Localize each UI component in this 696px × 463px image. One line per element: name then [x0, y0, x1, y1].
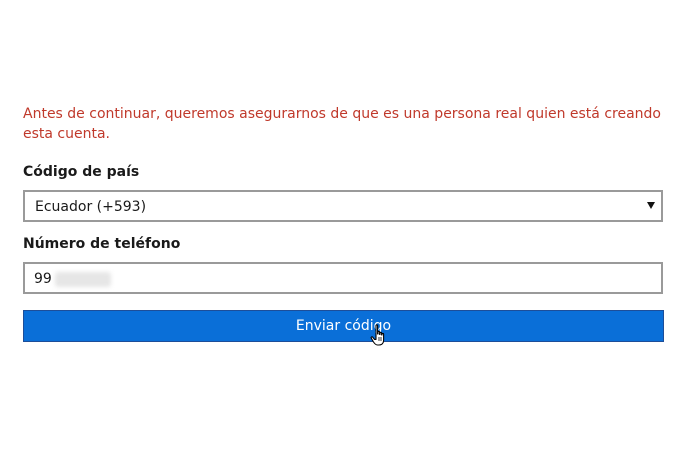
hand-pointer-icon: [370, 324, 385, 346]
phone-number-input[interactable]: 99: [23, 262, 663, 294]
phone-number-value: 99: [34, 271, 52, 287]
phone-number-label: Número de teléfono: [23, 236, 181, 252]
country-code-value: Ecuador (+593): [35, 199, 147, 215]
captcha-warning-text: Antes de continuar, queremos asegurarnos…: [23, 106, 661, 142]
country-code-label: Código de país: [23, 164, 140, 180]
country-code-select[interactable]: Ecuador (+593): [23, 190, 663, 222]
redacted-digits: [55, 272, 111, 287]
chevron-down-icon: [647, 202, 655, 209]
send-code-button[interactable]: Enviar código: [23, 310, 664, 342]
